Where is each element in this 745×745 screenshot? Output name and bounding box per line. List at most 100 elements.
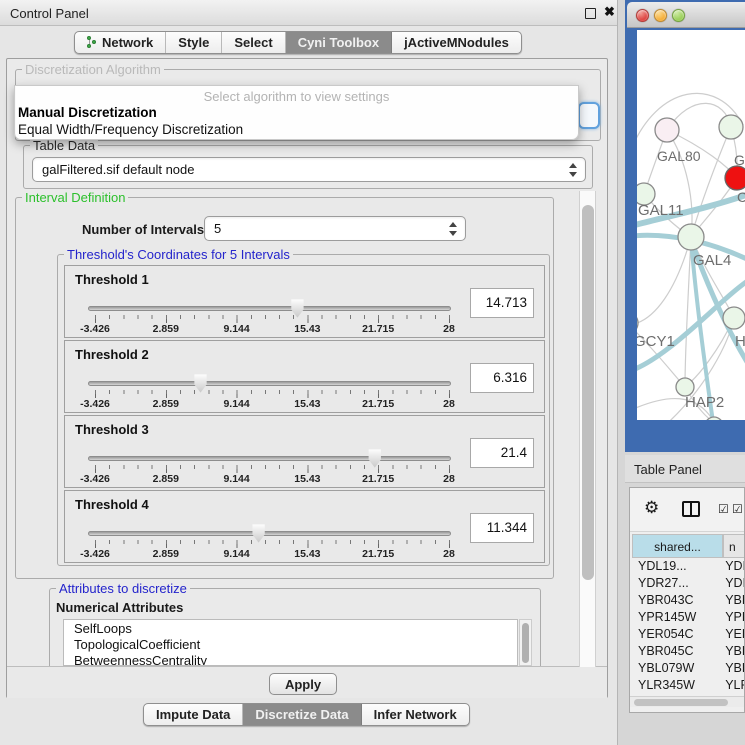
gear-icon[interactable]: ⚙ [644, 498, 659, 518]
node-label: GAL4 [693, 252, 731, 269]
interval-definition-group: Interval Definition Number of Intervals … [15, 197, 554, 579]
checkbox-icon[interactable]: ☑ [732, 502, 743, 516]
threshold-4-slider[interactable] [88, 531, 451, 536]
threshold-2-panel: Threshold 2 -3.4262.8599.144 15.4321.715… [64, 340, 545, 413]
tab-impute-data[interactable]: Impute Data [144, 704, 243, 725]
discretization-algorithm-title: Discretization Algorithm [22, 62, 164, 77]
threshold-1-value[interactable]: 14.713 [470, 288, 534, 318]
algorithm-dropdown-popup: Select algorithm to view settings Manual… [14, 85, 579, 140]
top-tab-bar: Network Style Select Cyni Toolbox jActiv… [74, 31, 522, 54]
tab-jactivemnodules[interactable]: jActiveMNodules [392, 32, 521, 53]
zoom-traffic-light-icon[interactable] [672, 9, 685, 22]
table-row[interactable]: YLR345WYLR3 [632, 677, 745, 694]
tab-network[interactable]: Network [75, 32, 166, 53]
threshold-4-value[interactable]: 11.344 [470, 513, 534, 543]
control-panel-titlebar: Control Panel ✖ [0, 0, 617, 26]
tab-discretize-data[interactable]: Discretize Data [243, 704, 361, 725]
network-icon [87, 36, 97, 49]
table-panel-body: ⚙ ☑ ☑ shared... n YDL19...YDL1 YDR27...Y… [629, 487, 745, 713]
node-label: HAP2 [685, 394, 724, 411]
num-intervals-combo[interactable]: 5 [204, 216, 466, 241]
table-row[interactable]: YBL079WYBL0 [632, 660, 745, 677]
list-item[interactable]: TopologicalCoefficient [64, 636, 517, 652]
threshold-3-slider[interactable] [88, 456, 451, 461]
network-graph: GAL80 GA C GAL11 GAL4 GCY1 H HAP2 [637, 30, 745, 420]
network-canvas[interactable]: GAL80 GA C GAL11 GAL4 GCY1 H HAP2 [637, 30, 745, 420]
node-label: C [737, 189, 745, 205]
network-window-titlebar [627, 2, 745, 28]
bottom-tab-bar: Impute Data Discretize Data Infer Networ… [143, 703, 470, 726]
table-panel-title: Table Panel [634, 462, 702, 477]
table-row[interactable]: YDL19...YDL1 [632, 558, 745, 575]
table-header-row: shared... n [632, 534, 745, 558]
threshold-3-panel: Threshold 3 -3.4262.8599.144 15.4321.715… [64, 415, 545, 488]
float-window-icon[interactable] [585, 8, 596, 19]
menu-item-equal-width-frequency[interactable]: Equal Width/Frequency Discretization [18, 122, 243, 137]
stepper-icon [449, 222, 458, 236]
node-gcy1[interactable] [637, 312, 638, 334]
node-label: GAL11 [638, 202, 684, 219]
numerical-attributes-list[interactable]: SelfLoops TopologicalCoefficient Between… [63, 619, 518, 666]
column-header-name[interactable]: n [723, 534, 745, 558]
slider-axis: -3.4262.8599.144 15.4321.71528 [95, 323, 449, 335]
algorithm-combo-focused[interactable] [578, 102, 600, 129]
attributes-list-scrollbar[interactable] [519, 619, 532, 666]
control-panel-window: Control Panel ✖ Network Style Select Cyn… [0, 0, 618, 745]
menu-item-manual-discretization[interactable]: Manual Discretization [18, 105, 157, 120]
interval-definition-title: Interval Definition [22, 190, 128, 205]
threshold-3-value[interactable]: 21.4 [470, 438, 534, 468]
attributes-title: Attributes to discretize [56, 581, 190, 596]
numerical-attributes-label: Numerical Attributes [56, 600, 183, 615]
node-green-top[interactable] [719, 115, 743, 139]
threshold-2-value[interactable]: 6.316 [470, 363, 534, 393]
table-data-group: Table Data galFiltered.sif default node [23, 145, 593, 189]
node-label: H [735, 333, 745, 350]
num-intervals-label: Number of Intervals [82, 222, 204, 237]
tab-infer-network[interactable]: Infer Network [362, 704, 469, 725]
column-header-shared-name[interactable]: shared... [632, 534, 723, 558]
node-gal4[interactable] [678, 224, 704, 250]
thresholds-title: Threshold's Coordinates for 5 Intervals [64, 247, 293, 262]
close-icon[interactable]: ✖ [604, 4, 615, 20]
node-h[interactable] [723, 307, 745, 329]
list-item[interactable]: BetweennessCentrality [64, 652, 517, 666]
thresholds-group: Threshold's Coordinates for 5 Intervals … [57, 254, 550, 566]
table-row[interactable]: YPR145WYPR1 [632, 609, 745, 626]
slider-axis: -3.4262.8599.144 15.4321.71528 [95, 473, 449, 485]
table-rows: YDL19...YDL1 YDR27...YDR2 YBR043CYBR0 YP… [632, 558, 745, 711]
tab-select[interactable]: Select [222, 32, 285, 53]
table-row[interactable]: YBR043CYBR0 [632, 592, 745, 609]
apply-button[interactable]: Apply [269, 673, 337, 695]
node-gal80[interactable] [655, 118, 679, 142]
node-label: GA [734, 152, 745, 168]
panel-title: Control Panel [10, 6, 89, 21]
threshold-4-panel: Threshold 4 -3.4262.8599.144 15.4321.715… [64, 490, 545, 563]
scrollbar-thumb[interactable] [582, 205, 594, 580]
minimize-traffic-light-icon[interactable] [654, 9, 667, 22]
table-row[interactable]: YBR045CYBR0 [632, 643, 745, 660]
table-row[interactable]: YER054CYER0 [632, 626, 745, 643]
node-label: GCY1 [637, 333, 675, 350]
table-horizontal-scrollbar[interactable] [630, 696, 745, 707]
apply-strip: Apply [7, 666, 607, 698]
node-label: GAL80 [657, 148, 701, 164]
close-traffic-light-icon[interactable] [636, 9, 649, 22]
algorithm-hint: Select algorithm to view settings [15, 89, 578, 104]
list-item[interactable]: SelfLoops [64, 620, 517, 636]
node-red-selected[interactable] [725, 166, 745, 190]
threshold-1-panel: Threshold 1 -3.4262.8599.144 15.4321.715… [64, 265, 545, 338]
table-data-combo[interactable]: galFiltered.sif default node [32, 157, 586, 182]
tab-style[interactable]: Style [166, 32, 222, 53]
tab-cyni-toolbox[interactable]: Cyni Toolbox [286, 32, 392, 53]
checkbox-icon[interactable]: ☑ [718, 502, 729, 516]
table-row[interactable]: YDR27...YDR2 [632, 575, 745, 592]
scrollbar-thumb[interactable] [634, 699, 728, 706]
slider-axis: -3.4262.8599.144 15.4321.71528 [95, 548, 449, 560]
content-scrollbar[interactable] [579, 191, 596, 667]
columns-icon[interactable] [682, 501, 700, 517]
threshold-1-slider[interactable] [88, 306, 451, 311]
table-toolbar: ⚙ ☑ ☑ [630, 488, 745, 532]
slider-axis: -3.4262.8599.144 15.4321.71528 [95, 398, 449, 410]
threshold-2-slider[interactable] [88, 381, 451, 386]
table-panel-header: Table Panel [625, 455, 745, 483]
